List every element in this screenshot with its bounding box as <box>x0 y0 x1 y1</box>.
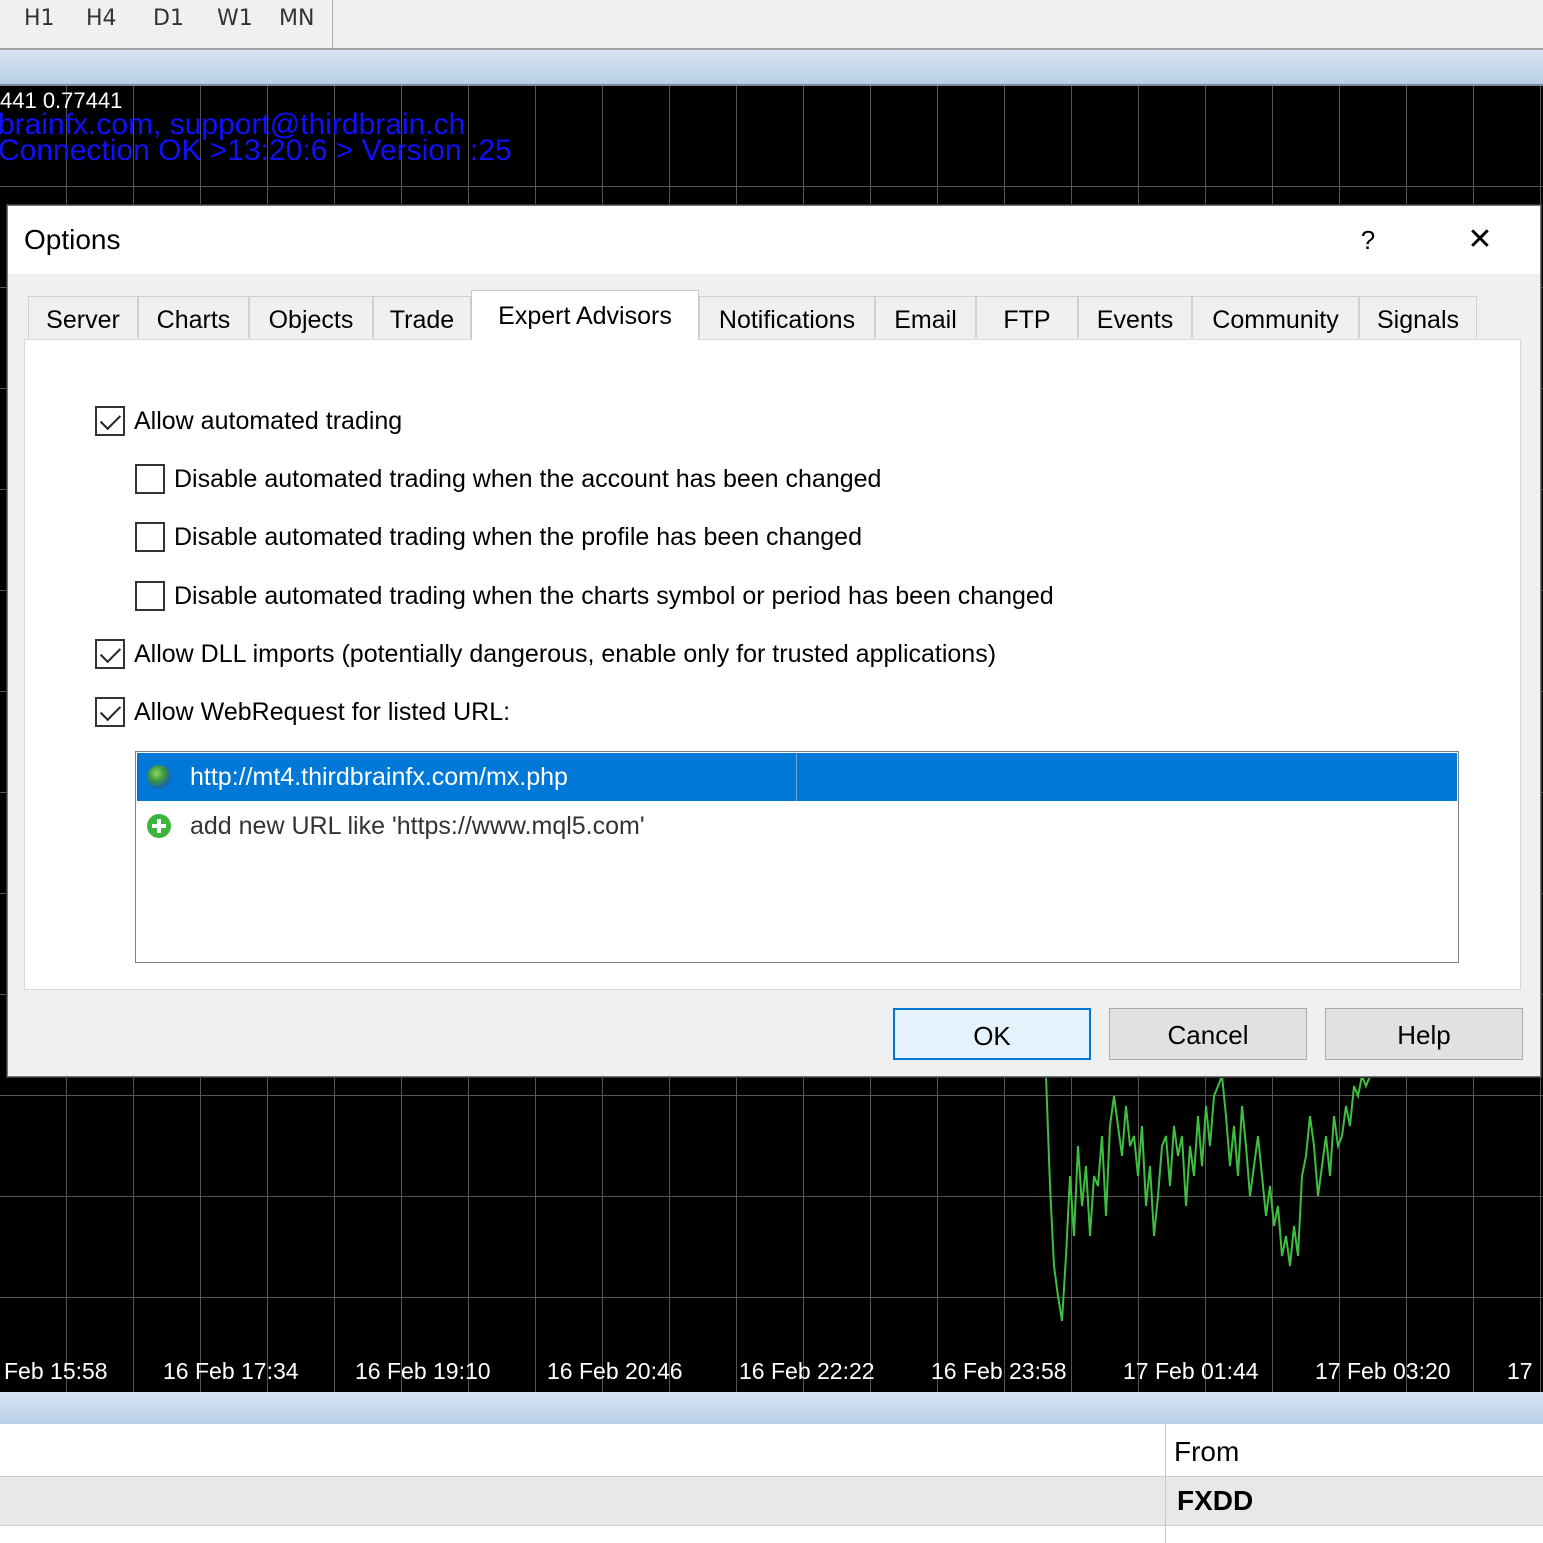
from-column-header[interactable]: From <box>1174 1436 1239 1468</box>
expert-advisors-panel: Allow automated trading Disable automate… <box>24 339 1521 990</box>
add-icon <box>147 814 171 838</box>
time-axis-label: 16 Feb 22:22 <box>739 1358 875 1384</box>
timeframe-h1-button[interactable]: H1 <box>24 6 55 31</box>
add-url-item[interactable]: add new URL like 'https://www.mql5.com' <box>137 802 1457 850</box>
column-divider <box>1165 1424 1166 1543</box>
terminal-panel: From FXDD <box>0 1424 1543 1543</box>
globe-icon <box>147 765 171 789</box>
options-tabs: Server Charts Objects Trade Expert Advis… <box>28 290 1508 340</box>
terminal-panel-header <box>0 1392 1543 1424</box>
tab-ftp[interactable]: FTP <box>976 296 1078 338</box>
allow-webrequest-checkbox[interactable] <box>95 697 125 727</box>
allow-automated-trading-option[interactable]: Allow automated trading <box>95 404 402 438</box>
webrequest-url-list[interactable]: http://mt4.thirdbrainfx.com/mx.php add n… <box>135 751 1459 963</box>
checkbox-label: Disable automated trading when the accou… <box>174 464 882 493</box>
timeframe-d1-button[interactable]: D1 <box>153 6 184 31</box>
options-dialog: Options ? ✕ Server Charts Objects Trade … <box>7 205 1541 1077</box>
help-icon[interactable]: ? <box>1348 220 1388 260</box>
disable-on-profile-change-option[interactable]: Disable automated trading when the profi… <box>135 520 862 554</box>
tab-signals[interactable]: Signals <box>1359 296 1477 338</box>
tab-community[interactable]: Community <box>1192 296 1359 338</box>
tab-events[interactable]: Events <box>1078 296 1192 338</box>
from-cell: FXDD <box>1177 1485 1254 1516</box>
time-axis-label: 17 Feb 01:44 <box>1123 1358 1259 1384</box>
timeframe-toolbar: H1 H4 D1 W1 MN <box>0 0 1543 50</box>
tab-objects[interactable]: Objects <box>249 296 373 338</box>
time-axis-label: 16 Feb 20:46 <box>547 1358 683 1384</box>
toolbar-divider <box>332 0 333 48</box>
checkbox-label: Allow automated trading <box>134 406 403 435</box>
disable-on-account-change-option[interactable]: Disable automated trading when the accou… <box>135 462 881 496</box>
disable-on-account-change-checkbox[interactable] <box>135 464 165 494</box>
time-axis-label: 16 Feb 17:34 <box>163 1358 299 1384</box>
ok-button[interactable]: OK <box>893 1008 1091 1060</box>
dialog-titlebar: Options ? ✕ <box>8 206 1540 274</box>
checkbox-label: Allow DLL imports (potentially dangerous… <box>134 639 997 668</box>
column-divider <box>796 753 797 801</box>
allow-dll-imports-checkbox[interactable] <box>95 639 125 669</box>
time-axis-label: 17 <box>1507 1358 1533 1384</box>
disable-on-profile-change-checkbox[interactable] <box>135 522 165 552</box>
timeframe-mn-button[interactable]: MN <box>279 6 314 31</box>
checkbox-label: Allow WebRequest for listed URL: <box>134 697 511 726</box>
cancel-button[interactable]: Cancel <box>1109 1008 1307 1060</box>
tab-notifications[interactable]: Notifications <box>699 296 875 338</box>
allow-automated-trading-checkbox[interactable] <box>95 406 125 436</box>
help-button[interactable]: Help <box>1325 1008 1523 1060</box>
time-axis-label: 16 Feb 19:10 <box>355 1358 491 1384</box>
timeframe-h4-button[interactable]: H4 <box>86 6 117 31</box>
tab-email[interactable]: Email <box>875 296 976 338</box>
checkbox-label: Disable automated trading when the chart… <box>174 581 1054 610</box>
url-list-item[interactable]: http://mt4.thirdbrainfx.com/mx.php <box>137 753 1457 801</box>
close-icon[interactable]: ✕ <box>1458 220 1502 260</box>
price-series-line <box>1045 1072 1374 1322</box>
time-axis-label: 17 Feb 03:20 <box>1315 1358 1451 1384</box>
add-url-placeholder: add new URL like 'https://www.mql5.com' <box>190 812 645 840</box>
disable-on-symbol-change-option[interactable]: Disable automated trading when the chart… <box>135 579 1054 613</box>
timeframe-w1-button[interactable]: W1 <box>217 6 253 31</box>
tab-charts[interactable]: Charts <box>138 296 249 338</box>
allow-dll-imports-option[interactable]: Allow DLL imports (potentially dangerous… <box>95 637 996 671</box>
checkbox-label: Disable automated trading when the profi… <box>174 522 862 551</box>
tab-server[interactable]: Server <box>28 296 138 338</box>
dialog-title: Options <box>24 224 121 255</box>
tab-expert-advisors[interactable]: Expert Advisors <box>471 290 699 340</box>
allow-webrequest-option[interactable]: Allow WebRequest for listed URL: <box>95 695 510 729</box>
url-text: http://mt4.thirdbrainfx.com/mx.php <box>190 763 568 791</box>
time-axis-label: Feb 15:58 <box>4 1358 108 1384</box>
tab-trade[interactable]: Trade <box>373 296 471 338</box>
chart-window-header <box>0 50 1543 86</box>
disable-on-symbol-change-checkbox[interactable] <box>135 581 165 611</box>
table-row[interactable]: FXDD <box>0 1476 1543 1526</box>
time-axis-label: 16 Feb 23:58 <box>931 1358 1067 1384</box>
